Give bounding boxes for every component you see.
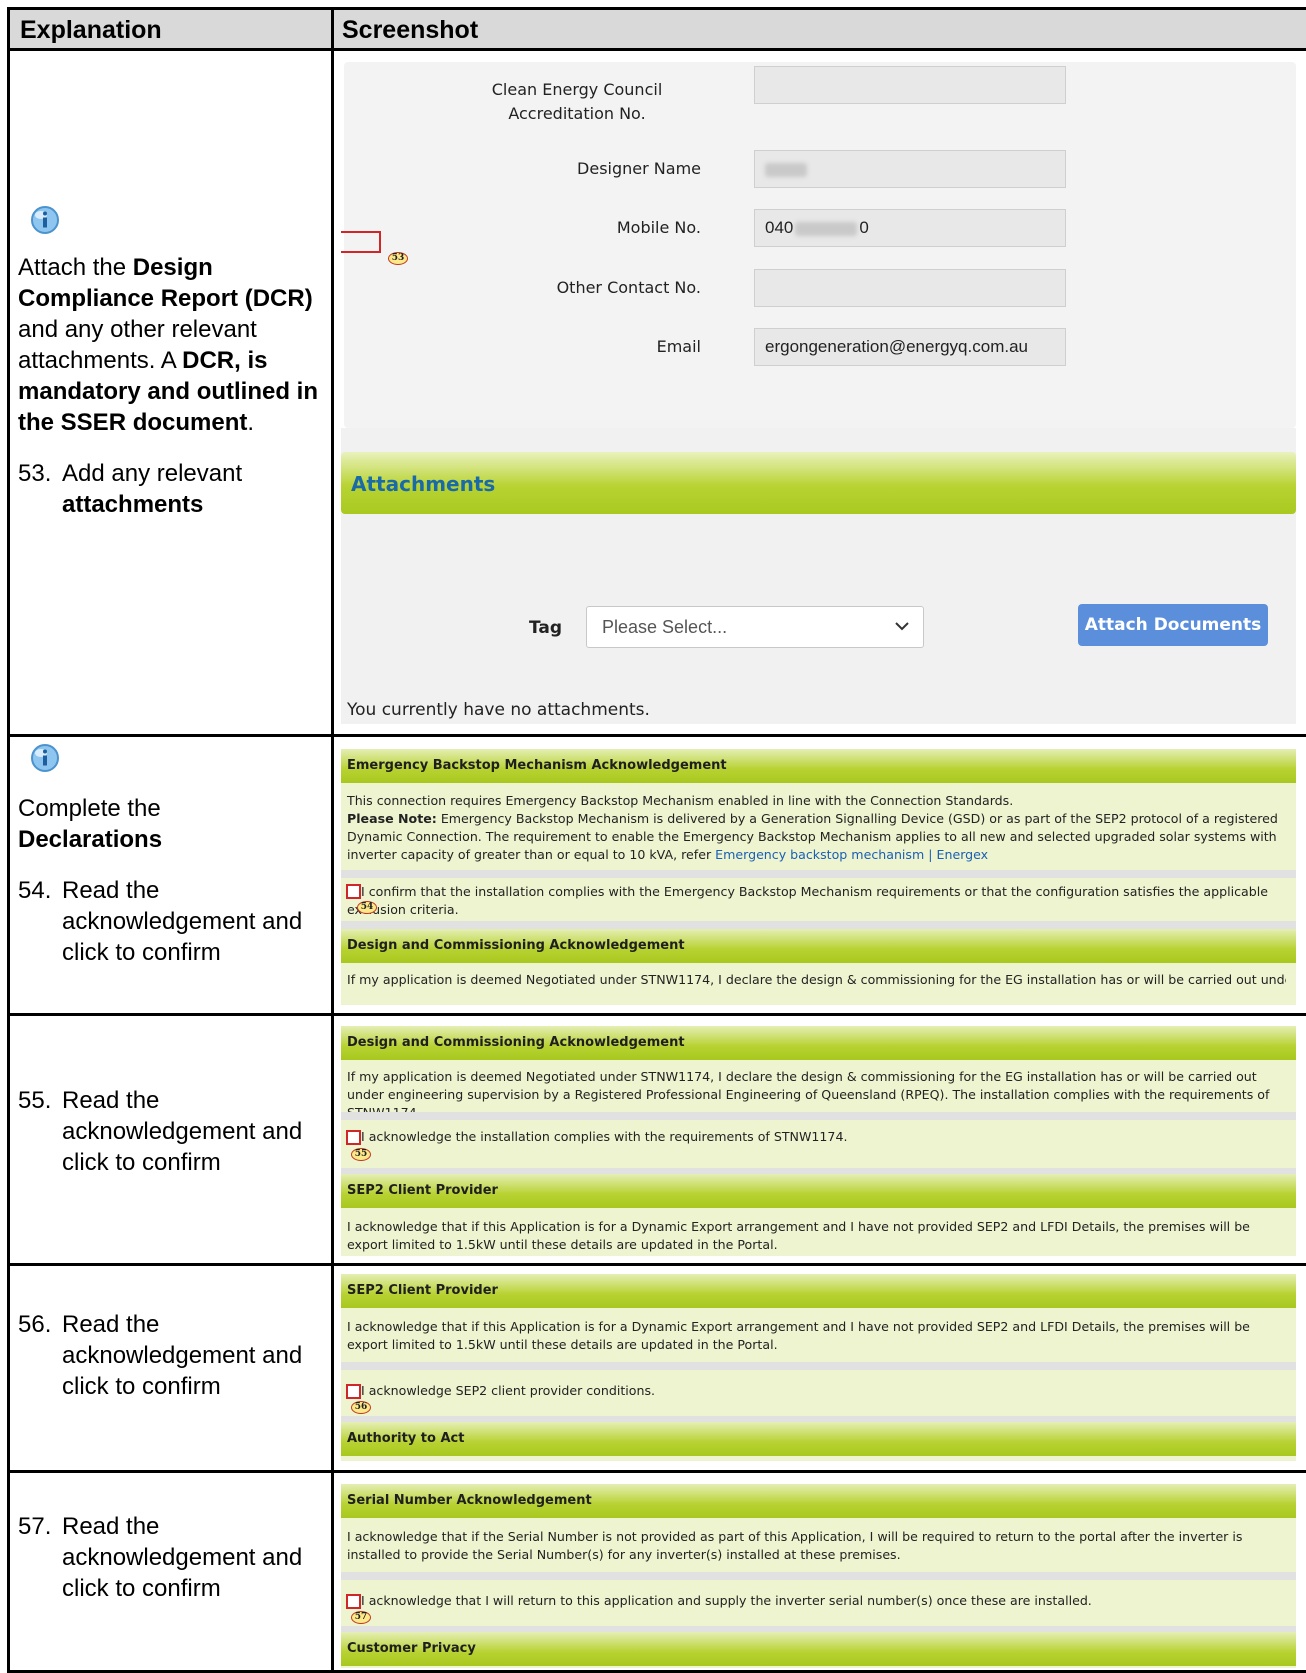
info-icon: [31, 206, 59, 234]
table-header: [10, 10, 1306, 48]
attachments-title: Attachments: [351, 472, 496, 496]
declaration-header: Design and Commissioning Acknowledgement: [341, 929, 1296, 963]
sep2-declaration: SEP2 Client Provider I acknowledge that …: [341, 1274, 1296, 1461]
contact-form: Clean Energy Council Accreditation No. D…: [344, 62, 1296, 428]
attachments-header: Attachments: [341, 452, 1296, 514]
chevron-down-icon: [895, 622, 909, 631]
cec-label: Clean Energy Council Accreditation No.: [491, 80, 663, 123]
declaration-header: SEP2 Client Provider: [341, 1174, 1296, 1208]
declaration-text: If my application is deemed Negotiated u…: [347, 972, 1286, 987]
designer-name-input[interactable]: [754, 150, 1066, 188]
row5-explanation: 57. Read the acknowledgement and click to…: [18, 1513, 303, 1602]
separator: [341, 1112, 1296, 1120]
row4-explanation: 56. Read the acknowledgement and click to…: [18, 1311, 303, 1400]
declaration-header: Design and Commissioning Acknowledgement: [341, 1026, 1296, 1060]
stnw1174-confirm-checkbox[interactable]: [346, 1130, 361, 1145]
sep2-confirm-label: I acknowledge SEP2 client provider condi…: [361, 1383, 656, 1398]
separator: [341, 1572, 1296, 1580]
row1-explanation: Attach the Design Compliance Report (DCR…: [18, 254, 319, 518]
row2-explanation: Complete the Declarations 54. Read the ac…: [18, 795, 303, 966]
stnw1174-confirm-label: I acknowledge the installation complies …: [361, 1129, 848, 1144]
declaration-text: This connection requires Emergency Backs…: [347, 793, 1278, 862]
redacted-value: [795, 221, 858, 236]
separator: [341, 1362, 1296, 1370]
cec-accreditation-input[interactable]: [754, 66, 1066, 104]
declaration-header: SEP2 Client Provider: [341, 1274, 1296, 1308]
table-divider: [10, 1013, 1306, 1016]
mobile-label: Mobile No.: [616, 218, 701, 237]
attach-documents-button[interactable]: Attach Documents: [1078, 604, 1268, 646]
declaration-text: I acknowledge that if this Application i…: [347, 1219, 1250, 1252]
callout-line: [341, 251, 381, 253]
callout-55: 55: [351, 1148, 371, 1161]
other-contact-input[interactable]: [754, 269, 1066, 307]
serial-confirm-label: I acknowledge that I will return to this…: [361, 1593, 1092, 1608]
backstop-declaration: Emergency Backstop Mechanism Acknowledge…: [341, 749, 1296, 1005]
serial-declaration: Serial Number Acknowledgement I acknowle…: [341, 1484, 1296, 1668]
table-divider: [10, 1263, 1306, 1266]
declaration-header: Serial Number Acknowledgement: [341, 1484, 1296, 1518]
header-explanation: Explanation: [20, 16, 162, 44]
callout-line: [341, 231, 381, 233]
callout-54: 54: [357, 901, 377, 914]
instruction-table: Explanation Screenshot Attach the Design…: [0, 0, 1306, 1673]
row3-explanation: 55. Read the acknowledgement and click to…: [18, 1087, 303, 1176]
email-label: Email: [656, 337, 701, 356]
serial-confirm-checkbox[interactable]: [346, 1594, 361, 1609]
tag-select[interactable]: Please Select...: [586, 606, 924, 648]
column-divider: [331, 7, 334, 1673]
separator: [341, 870, 1296, 878]
backstop-confirm-label: I confirm that the installation complies…: [347, 884, 1268, 917]
table-border: [10, 7, 1306, 10]
callout-53: 53: [388, 252, 408, 265]
redacted-value: [765, 162, 807, 177]
callout-56: 56: [351, 1401, 371, 1414]
tag-label: Tag: [529, 618, 563, 638]
tag-select-value: Please Select...: [602, 617, 728, 637]
declaration-text: I acknowledge that if the Serial Number …: [347, 1529, 1243, 1562]
declaration-header: Authority to Act: [341, 1422, 1296, 1456]
backstop-link[interactable]: Emergency backstop mechanism | Energex: [715, 847, 988, 862]
separator: [341, 921, 1296, 929]
table-divider: [10, 1470, 1306, 1473]
table-border: [7, 7, 10, 1673]
info-icon: [31, 744, 59, 772]
declaration-text: I acknowledge that if this Application i…: [347, 1319, 1250, 1352]
email-input[interactable]: ergongeneration@energyq.com.au: [754, 328, 1066, 366]
designer-name-label: Designer Name: [577, 159, 701, 178]
declaration-header: Customer Privacy: [341, 1632, 1296, 1666]
attachments-section: Attachments Tag Please Select... Attach …: [341, 428, 1296, 724]
mobile-input[interactable]: 040 0: [754, 209, 1066, 247]
callout-line: [379, 231, 381, 251]
header-screenshot: Screenshot: [342, 16, 479, 44]
sep2-confirm-checkbox[interactable]: [346, 1384, 361, 1399]
callout-57: 57: [351, 1611, 371, 1624]
table-divider: [10, 734, 1306, 737]
table-divider: [10, 48, 1306, 51]
design-declaration: Design and Commissioning Acknowledgement…: [341, 1026, 1296, 1256]
declaration-header: Emergency Backstop Mechanism Acknowledge…: [341, 749, 1296, 783]
no-attachments-message: You currently have no attachments.: [347, 700, 650, 720]
other-contact-label: Other Contact No.: [556, 278, 701, 297]
